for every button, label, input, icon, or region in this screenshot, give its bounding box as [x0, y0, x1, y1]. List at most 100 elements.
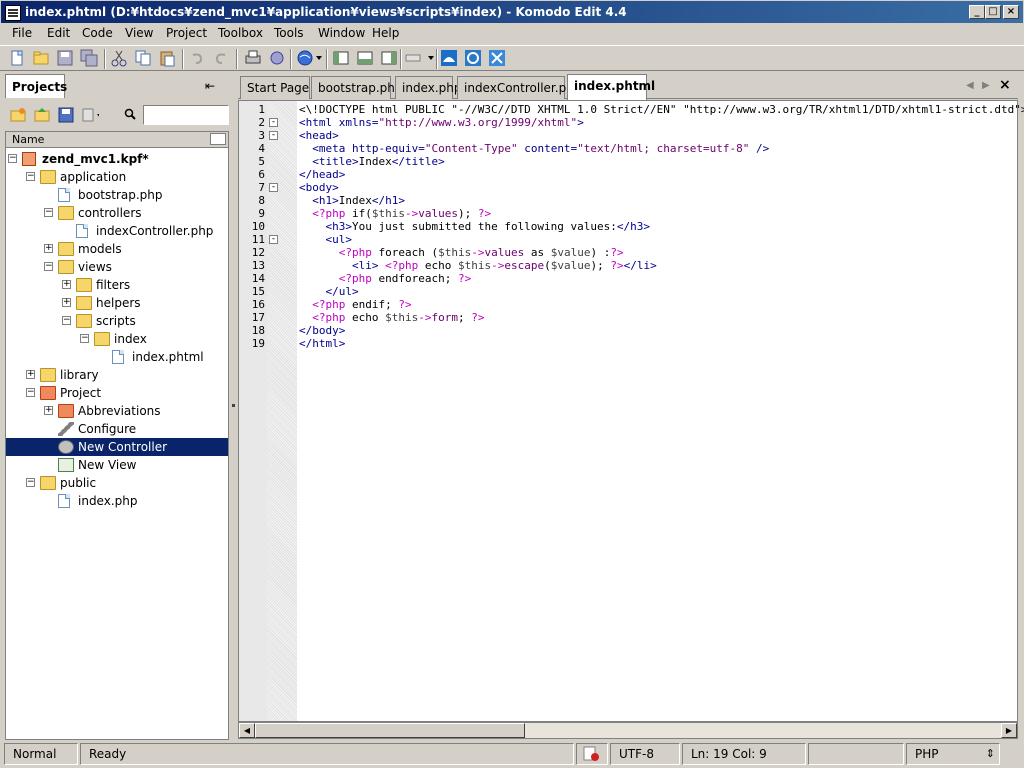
column-picker-icon[interactable]	[210, 133, 226, 145]
fold-toggle-icon[interactable]: -	[269, 183, 278, 192]
toggle-left-pane-icon[interactable]	[332, 49, 350, 67]
code-line[interactable]: </head>	[299, 168, 345, 181]
menu-toolbox[interactable]: Toolbox	[218, 26, 263, 40]
maximize-button[interactable]: □	[985, 5, 1001, 19]
horizontal-scrollbar[interactable]: ◀ ▶	[238, 722, 1018, 739]
code-line[interactable]: <?php foreach ($this->values as $value) …	[299, 246, 624, 259]
code-line[interactable]: </body>	[299, 324, 345, 337]
tree-item[interactable]: + models	[6, 240, 228, 258]
code-line[interactable]: <title>Index</title>	[299, 155, 444, 168]
fold-toggle-icon[interactable]: -	[269, 118, 278, 127]
close-window-button[interactable]: ×	[1003, 5, 1019, 19]
new-project-icon[interactable]	[9, 106, 27, 124]
menu-help[interactable]: Help	[372, 26, 399, 40]
tab-scroll-left-icon[interactable]: ◀	[966, 80, 974, 91]
tab-indexcontroller-php[interactable]: indexController.php	[457, 76, 581, 99]
paste-icon[interactable]	[158, 49, 176, 67]
menu-tools[interactable]: Tools	[274, 26, 304, 40]
tree-item[interactable]: Configure	[6, 420, 228, 438]
close-tab-button[interactable]: ×	[999, 77, 1011, 93]
code-line[interactable]: <?php if($this->values); ?>	[299, 207, 491, 220]
tab-index-php[interactable]: index.php	[395, 76, 461, 99]
komodo-site-icon[interactable]	[464, 49, 482, 67]
redo-icon[interactable]	[212, 49, 230, 67]
tab-start-page[interactable]: Start Page	[240, 76, 310, 99]
browser-preview-icon[interactable]	[296, 49, 314, 67]
menu-project[interactable]: Project	[166, 26, 207, 40]
status-encoding[interactable]: UTF-8	[610, 743, 680, 765]
collapse-icon[interactable]: −	[26, 478, 35, 487]
tree-item[interactable]: bootstrap.php	[6, 186, 228, 204]
menu-edit[interactable]: Edit	[47, 26, 70, 40]
fold-toggle-icon[interactable]: -	[269, 235, 278, 244]
code-line[interactable]: <body>	[299, 181, 339, 194]
collapse-icon[interactable]: −	[8, 154, 17, 163]
fold-toggle-icon[interactable]: -	[269, 131, 278, 140]
save-all-icon[interactable]	[80, 49, 98, 67]
expand-icon[interactable]: +	[62, 298, 71, 307]
tree-column-header[interactable]: Name	[6, 132, 228, 148]
tree-item[interactable]: New Controller	[6, 438, 228, 456]
tree-item[interactable]: indexController.php	[6, 222, 228, 240]
code-line[interactable]: <h1>Index</h1>	[299, 194, 405, 207]
collapse-icon[interactable]: −	[62, 316, 71, 325]
collapse-icon[interactable]: −	[26, 172, 35, 181]
tab-scroll-right-icon[interactable]: ▶	[982, 80, 990, 91]
collapse-icon[interactable]: −	[80, 334, 89, 343]
collapse-pane-icon[interactable]: ⇤	[205, 79, 215, 93]
tree-item[interactable]: + library	[6, 366, 228, 384]
project-filter-input[interactable]	[143, 105, 229, 125]
scrollbar-thumb[interactable]	[255, 723, 525, 738]
tree-item[interactable]: index.php	[6, 492, 228, 510]
browser-dropdown-icon[interactable]	[314, 49, 332, 67]
cut-icon[interactable]	[110, 49, 128, 67]
code-line[interactable]: <?php endforeach; ?>	[299, 272, 471, 285]
preview-icon[interactable]	[268, 49, 286, 67]
menu-code[interactable]: Code	[82, 26, 113, 40]
toggle-right-pane-icon[interactable]	[380, 49, 398, 67]
tree-item[interactable]: − application	[6, 168, 228, 186]
tree-item[interactable]: − scripts	[6, 312, 228, 330]
expand-icon[interactable]: +	[62, 280, 71, 289]
code-line[interactable]: <meta http-equiv="Content-Type" content=…	[299, 142, 769, 155]
code-line[interactable]: <h3>You just submitted the following val…	[299, 220, 651, 233]
tree-item[interactable]: − zend_mvc1.kpf*	[6, 150, 228, 168]
code-line[interactable]: <?php endif; ?>	[299, 298, 411, 311]
check-icon[interactable]	[576, 743, 608, 765]
community-icon[interactable]	[440, 49, 458, 67]
tab-index-phtml[interactable]: index.phtml	[567, 74, 655, 100]
save-icon[interactable]	[56, 49, 74, 67]
collapse-icon[interactable]: −	[44, 262, 53, 271]
save-project-icon[interactable]	[57, 106, 75, 124]
toolbox-icon[interactable]	[488, 49, 506, 67]
open-folder-icon[interactable]	[32, 49, 50, 67]
open-project-icon[interactable]	[33, 106, 51, 124]
komodo-app-icon[interactable]	[5, 5, 21, 21]
minimize-button[interactable]: _	[969, 5, 985, 19]
tree-item[interactable]: − public	[6, 474, 228, 492]
menu-view[interactable]: View	[125, 26, 153, 40]
tree-item[interactable]: − views	[6, 258, 228, 276]
code-line[interactable]: <li> <?php echo $this->escape($value); ?…	[299, 259, 657, 272]
print-icon[interactable]	[244, 49, 262, 67]
tab-projects[interactable]: Projects	[5, 74, 67, 98]
tree-item[interactable]: − Project	[6, 384, 228, 402]
code-line[interactable]: <\!DOCTYPE html PUBLIC "-//W3C//DTD XHTM…	[299, 103, 1024, 116]
expand-icon[interactable]: +	[26, 370, 35, 379]
expand-icon[interactable]: +	[44, 406, 53, 415]
collapse-icon[interactable]: −	[44, 208, 53, 217]
undo-icon[interactable]	[188, 49, 206, 67]
tree-item[interactable]: − controllers	[6, 204, 228, 222]
code-line[interactable]: </ul>	[299, 285, 359, 298]
toggle-bottom-pane-icon[interactable]	[356, 49, 374, 67]
macro-icon[interactable]	[404, 49, 422, 67]
tree-item[interactable]: index.phtml	[6, 348, 228, 366]
code-line[interactable]: <ul>	[299, 233, 353, 246]
collapse-icon[interactable]: −	[26, 388, 35, 397]
menu-file[interactable]: File	[12, 26, 32, 40]
language-select[interactable]: PHP ⇕	[906, 743, 1000, 765]
project-options-icon[interactable]	[81, 106, 99, 124]
pane-splitter[interactable]	[231, 74, 236, 740]
tab-bootstrap-php[interactable]: bootstrap.php	[311, 76, 403, 99]
code-line[interactable]: <?php echo $this->form; ?>	[299, 311, 484, 324]
